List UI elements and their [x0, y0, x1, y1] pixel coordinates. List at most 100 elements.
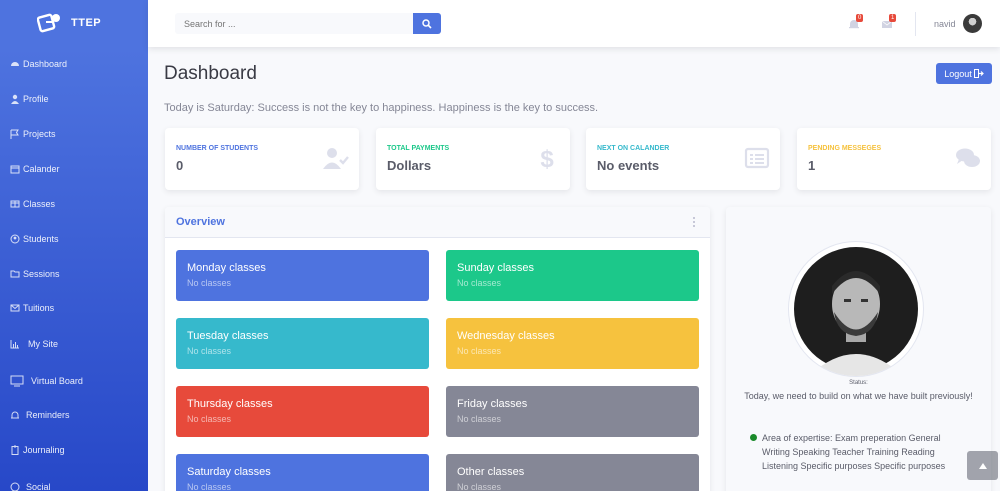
sidebar-item-classes[interactable]: Classes — [0, 199, 55, 209]
sidebar-item-virtual-board[interactable]: Virtual Board — [0, 375, 83, 387]
sidebar-item-label: Virtual Board — [31, 376, 83, 386]
class-subtitle: No classes — [187, 414, 232, 424]
stat-card-payments: Total Payments Dollars $ — [376, 128, 570, 190]
list-alt-icon — [744, 147, 770, 169]
sidebar-item-profile[interactable]: Profile — [0, 94, 49, 104]
topbar-divider — [915, 12, 916, 36]
svg-text:$: $ — [540, 146, 554, 171]
class-card-saturday[interactable]: Saturday classes No classes — [176, 454, 429, 491]
globe-icon — [10, 482, 20, 491]
flag-icon — [10, 129, 20, 139]
class-card-monday[interactable]: Monday classes No classes — [176, 250, 429, 301]
stat-value: 0 — [176, 158, 184, 173]
sidebar-item-label: Sessions — [23, 269, 60, 279]
logout-label: Logout — [944, 68, 972, 79]
sidebar-item-label: Reminders — [26, 410, 70, 420]
sidebar-item-calander[interactable]: Calander — [0, 164, 60, 174]
sidebar-item-students[interactable]: Students — [0, 234, 59, 244]
class-title: Saturday classes — [187, 466, 271, 478]
status-label: Status: — [849, 380, 868, 386]
sidebar-item-social[interactable]: Social — [0, 482, 51, 491]
class-card-friday[interactable]: Friday classes No classes — [446, 386, 699, 437]
sidebar-item-my-site[interactable]: My Site — [0, 339, 58, 349]
clipboard-icon — [10, 445, 20, 455]
sidebar-item-sessions[interactable]: Sessions — [0, 269, 60, 279]
topbar: 0 1 navid — [148, 0, 1000, 47]
user-icon — [10, 94, 20, 104]
alerts-count-badge: 0 — [856, 14, 864, 22]
chevron-up-icon — [978, 462, 987, 469]
daily-quote: Today is Saturday: Success is not the ke… — [164, 102, 599, 114]
class-subtitle: No classes — [187, 482, 232, 491]
overview-header: Overview — [165, 207, 710, 238]
stat-label: Total Payments — [387, 145, 450, 152]
stat-card-students: Number of Students 0 — [165, 128, 359, 190]
overview-title: Overview — [176, 216, 225, 228]
class-title: Sunday classes — [457, 262, 535, 274]
chart-bar-icon — [10, 339, 20, 349]
brand-name: TTEP — [71, 17, 102, 29]
class-subtitle: No classes — [457, 414, 502, 424]
scroll-to-top-button[interactable] — [967, 451, 998, 480]
envelope-icon — [10, 303, 20, 313]
sign-out-icon — [973, 69, 984, 78]
brand[interactable]: TTEP — [0, 0, 148, 46]
messages-count-badge: 1 — [889, 14, 897, 22]
class-card-other[interactable]: Other classes No classes — [446, 454, 699, 491]
class-title: Wednesday classes — [457, 330, 555, 342]
messages-button[interactable]: 1 — [881, 14, 897, 31]
sidebar-item-reminders[interactable]: Reminders — [0, 410, 70, 420]
class-subtitle: No classes — [457, 482, 502, 491]
class-title: Friday classes — [457, 398, 528, 410]
class-card-wednesday[interactable]: Wednesday classes No classes — [446, 318, 699, 369]
sidebar-item-tuitions[interactable]: Tuitions — [0, 303, 54, 313]
class-card-thursday[interactable]: Thursday classes No classes — [176, 386, 429, 437]
table-icon — [10, 199, 20, 209]
alerts-button[interactable]: 0 — [848, 14, 864, 31]
search-button[interactable] — [413, 13, 441, 34]
page-title: Dashboard — [164, 63, 257, 84]
stat-value: 1 — [808, 158, 816, 173]
sidebar-item-label: Classes — [23, 199, 56, 209]
class-subtitle: No classes — [457, 346, 502, 356]
sidebar-item-label: Calander — [23, 164, 60, 174]
calendar-icon — [10, 164, 20, 174]
stat-label: Next on Calander — [597, 145, 670, 152]
sidebar-item-label: Tuitions — [23, 303, 55, 313]
user-name[interactable]: navid — [934, 19, 956, 29]
dollar-icon: $ — [540, 146, 554, 171]
kebab-menu-icon[interactable] — [692, 216, 696, 228]
sidebar-item-dashboard[interactable]: Dashboard — [0, 59, 67, 69]
sidebar-item-label: Dashboard — [23, 59, 68, 69]
status-message: Today, we need to build on what we have … — [744, 391, 973, 401]
class-card-tuesday[interactable]: Tuesday classes No classes — [176, 318, 429, 369]
stat-value: No events — [597, 158, 660, 173]
comments-icon — [956, 148, 980, 167]
stat-value: Dollars — [387, 158, 432, 173]
search-input[interactable] — [175, 13, 413, 34]
class-title: Other classes — [457, 466, 525, 478]
class-title: Tuesday classes — [187, 330, 269, 342]
sidebar-item-label: My Site — [28, 339, 59, 349]
class-subtitle: No classes — [457, 278, 502, 288]
search-icon — [422, 18, 432, 29]
avatar[interactable] — [963, 14, 982, 33]
folder-icon — [10, 269, 20, 279]
expertise-item: Area of expertise: Exam preperation Gene… — [750, 431, 962, 473]
sidebar-item-projects[interactable]: Projects — [0, 129, 56, 139]
sidebar-item-label: Profile — [23, 94, 49, 104]
expertise-text: Area of expertise: Exam preperation Gene… — [762, 433, 946, 471]
search-bar — [175, 13, 441, 34]
user-check-icon — [323, 148, 349, 169]
monitor-icon — [10, 375, 24, 387]
logout-button[interactable]: Logout — [936, 63, 992, 84]
class-title: Thursday classes — [187, 398, 273, 410]
brand-logo-icon — [36, 11, 63, 35]
profile-card: Status: Today, we need to build on what … — [726, 207, 991, 491]
sidebar-item-journaling[interactable]: Journaling — [0, 445, 65, 455]
sidebar-item-label: Social — [26, 482, 51, 491]
sidebar-item-label: Journaling — [23, 445, 65, 455]
profile-photo — [789, 242, 923, 376]
dashboard-icon — [10, 59, 20, 69]
class-card-sunday[interactable]: Sunday classes No classes — [446, 250, 699, 301]
